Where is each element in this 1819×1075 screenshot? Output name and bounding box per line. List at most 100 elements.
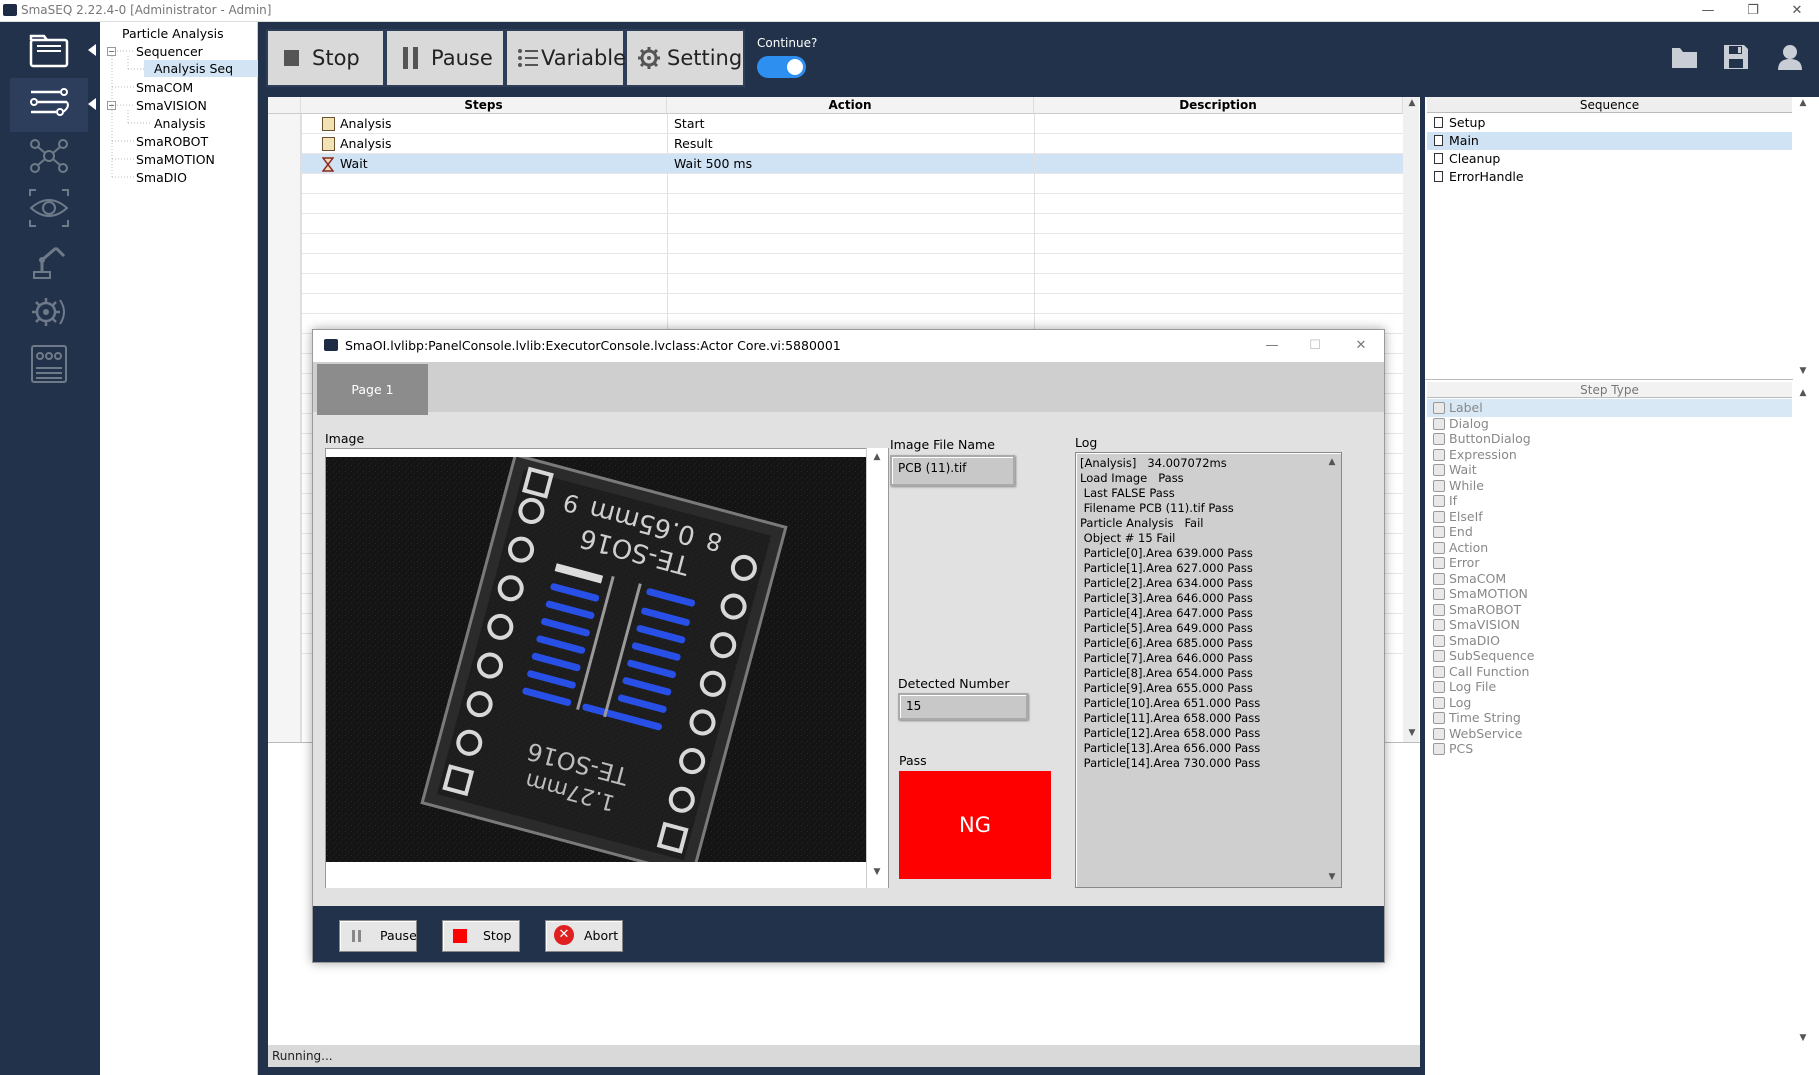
- description-header[interactable]: Description: [1034, 97, 1403, 114]
- empty-table-row[interactable]: [268, 234, 1403, 254]
- pause-button[interactable]: Pause: [385, 29, 505, 87]
- step-type-icon: [1433, 603, 1445, 616]
- open-folder-icon[interactable]: [1670, 44, 1700, 70]
- scroll-up-icon[interactable]: ▲: [1324, 456, 1340, 470]
- detected-number-field[interactable]: 15: [898, 693, 1028, 720]
- variable-button[interactable]: Variable: [505, 29, 626, 87]
- log-line: Last FALSE Pass: [1080, 486, 1175, 500]
- executor-console-dialog: SmaOI.lvlibp:PanelConsole.lvlib:Executor…: [312, 329, 1385, 963]
- scroll-down-icon[interactable]: ▼: [1324, 871, 1340, 885]
- empty-table-row[interactable]: [268, 274, 1403, 294]
- expand-arrow-icon[interactable]: [88, 98, 96, 110]
- sequence-item-main[interactable]: Main: [1427, 132, 1792, 150]
- empty-table-row[interactable]: [268, 194, 1403, 214]
- toggle-knob: [787, 59, 803, 75]
- scroll-down-icon[interactable]: ▼: [1795, 365, 1811, 379]
- log-line: Particle[13].Area 656.000 Pass: [1080, 741, 1261, 755]
- network-icon[interactable]: [26, 134, 72, 178]
- user-account-icon[interactable]: [1776, 43, 1804, 71]
- table-scrollbar[interactable]: [1403, 97, 1419, 742]
- list-icon: [322, 137, 335, 151]
- vision-icon[interactable]: [26, 186, 72, 230]
- dialog-abort-button[interactable]: ✕ Abort: [545, 920, 623, 952]
- step-type-icon: [1433, 510, 1445, 523]
- setting-button[interactable]: Setting: [625, 29, 745, 87]
- continue-toggle[interactable]: [757, 56, 806, 78]
- log-line: Particle[3].Area 646.000 Pass: [1080, 591, 1253, 605]
- empty-table-row[interactable]: [268, 214, 1403, 234]
- image-vscrollbar[interactable]: [866, 448, 888, 888]
- sequence-item-setup[interactable]: Setup: [1427, 114, 1792, 132]
- scroll-down-icon[interactable]: ▼: [870, 866, 884, 878]
- action-header[interactable]: Action: [667, 97, 1034, 114]
- table-row[interactable]: 2 Wait Wait 500 ms: [268, 154, 1403, 174]
- robot-icon[interactable]: [26, 238, 72, 282]
- scroll-up-icon[interactable]: ▲: [1404, 97, 1420, 113]
- sequence-header: Sequence: [1427, 97, 1792, 113]
- log-textbox[interactable]: [Analysis] 34.007072ms Load Image Pass La…: [1075, 452, 1342, 888]
- pass-indicator: NG: [899, 771, 1051, 879]
- tree-item-analysis[interactable]: Analysis: [154, 115, 206, 132]
- stop-icon: [453, 929, 467, 943]
- tree-item-analysis-seq[interactable]: Analysis Seq: [144, 60, 258, 77]
- empty-table-row[interactable]: [268, 254, 1403, 274]
- stop-button[interactable]: Stop: [266, 29, 385, 87]
- continue-label: Continue?: [757, 36, 818, 50]
- pcb-image[interactable]: TE-SO16 0.65mm 9 8 TE-SO16 1.27mm: [326, 457, 866, 862]
- sequencer-icon[interactable]: [26, 82, 72, 126]
- log-label: Log: [1075, 435, 1098, 450]
- scroll-up-icon[interactable]: ▲: [870, 451, 884, 463]
- dialog-close-button[interactable]: ✕: [1341, 330, 1381, 362]
- document-icon: [1434, 117, 1443, 128]
- step-type-icon: [1433, 526, 1445, 538]
- scroll-up-icon[interactable]: ▲: [1795, 97, 1811, 111]
- steps-header[interactable]: Steps: [301, 97, 667, 114]
- motion-gear-icon[interactable]: [26, 290, 72, 334]
- dialog-pause-button[interactable]: Pause: [339, 920, 417, 952]
- collapse-arrow-icon[interactable]: [88, 44, 96, 56]
- app-logo-icon: [3, 4, 17, 16]
- step-type-icon: [1433, 572, 1445, 585]
- save-disk-icon[interactable]: [1722, 43, 1750, 71]
- log-line: Particle[0].Area 639.000 Pass: [1080, 546, 1253, 560]
- restore-button[interactable]: ❐: [1733, 1, 1773, 21]
- tab-page-1[interactable]: Page 1: [317, 364, 428, 415]
- minimize-button[interactable]: —: [1688, 1, 1728, 21]
- table-row[interactable]: 0 Analysis Start: [268, 114, 1403, 134]
- sequence-item-errorhandle[interactable]: ErrorHandle: [1427, 168, 1792, 186]
- empty-table-row[interactable]: [268, 174, 1403, 194]
- log-line: Object # 15 Fail: [1080, 531, 1176, 545]
- step-type-item[interactable]: PCS: [1427, 740, 1792, 758]
- dio-board-icon[interactable]: [26, 342, 72, 386]
- status-text: Running...: [272, 1049, 333, 1063]
- document-folder-icon[interactable]: [26, 30, 72, 74]
- status-bar: Running...: [268, 1045, 1420, 1067]
- close-window-button[interactable]: ✕: [1777, 1, 1817, 21]
- step-type-icon: [1433, 634, 1445, 647]
- scroll-up-icon[interactable]: ▲: [1795, 387, 1811, 401]
- dialog-maximize-button[interactable]: ☐: [1295, 330, 1335, 362]
- dialog-titlebar: SmaOI.lvlibp:PanelConsole.lvlib:Executor…: [313, 330, 1384, 362]
- step-type-icon: [1433, 681, 1445, 693]
- step-type-icon: [1433, 464, 1445, 476]
- image-file-name-field[interactable]: PCB (11).tif: [890, 455, 1015, 486]
- dialog-minimize-button[interactable]: —: [1252, 330, 1292, 362]
- log-line: Particle[8].Area 654.000 Pass: [1080, 666, 1253, 680]
- step-type-icon: [1433, 448, 1445, 461]
- dialog-stop-button[interactable]: Stop: [442, 920, 520, 952]
- sequence-item-cleanup[interactable]: Cleanup: [1427, 150, 1792, 168]
- log-line: Load Image Pass: [1080, 471, 1184, 485]
- step-name: Wait: [340, 156, 368, 171]
- step-type-icon: [1433, 433, 1445, 445]
- log-line: Particle[14].Area 730.000 Pass: [1080, 756, 1261, 770]
- table-row[interactable]: 1 Analysis Result: [268, 134, 1403, 154]
- step-type-icon: [1433, 541, 1445, 554]
- image-hscrollbar[interactable]: [326, 878, 866, 888]
- scroll-down-icon[interactable]: ▼: [1404, 727, 1420, 743]
- scroll-down-icon[interactable]: ▼: [1795, 1032, 1811, 1046]
- empty-table-row[interactable]: [268, 294, 1403, 314]
- pcb-image-graphic: TE-SO16 0.65mm 9 8 TE-SO16 1.27mm: [326, 457, 866, 862]
- detected-number-label: Detected Number: [898, 676, 1010, 691]
- step-type-icon: [1433, 588, 1445, 600]
- tree-connector-lines: [111, 50, 152, 178]
